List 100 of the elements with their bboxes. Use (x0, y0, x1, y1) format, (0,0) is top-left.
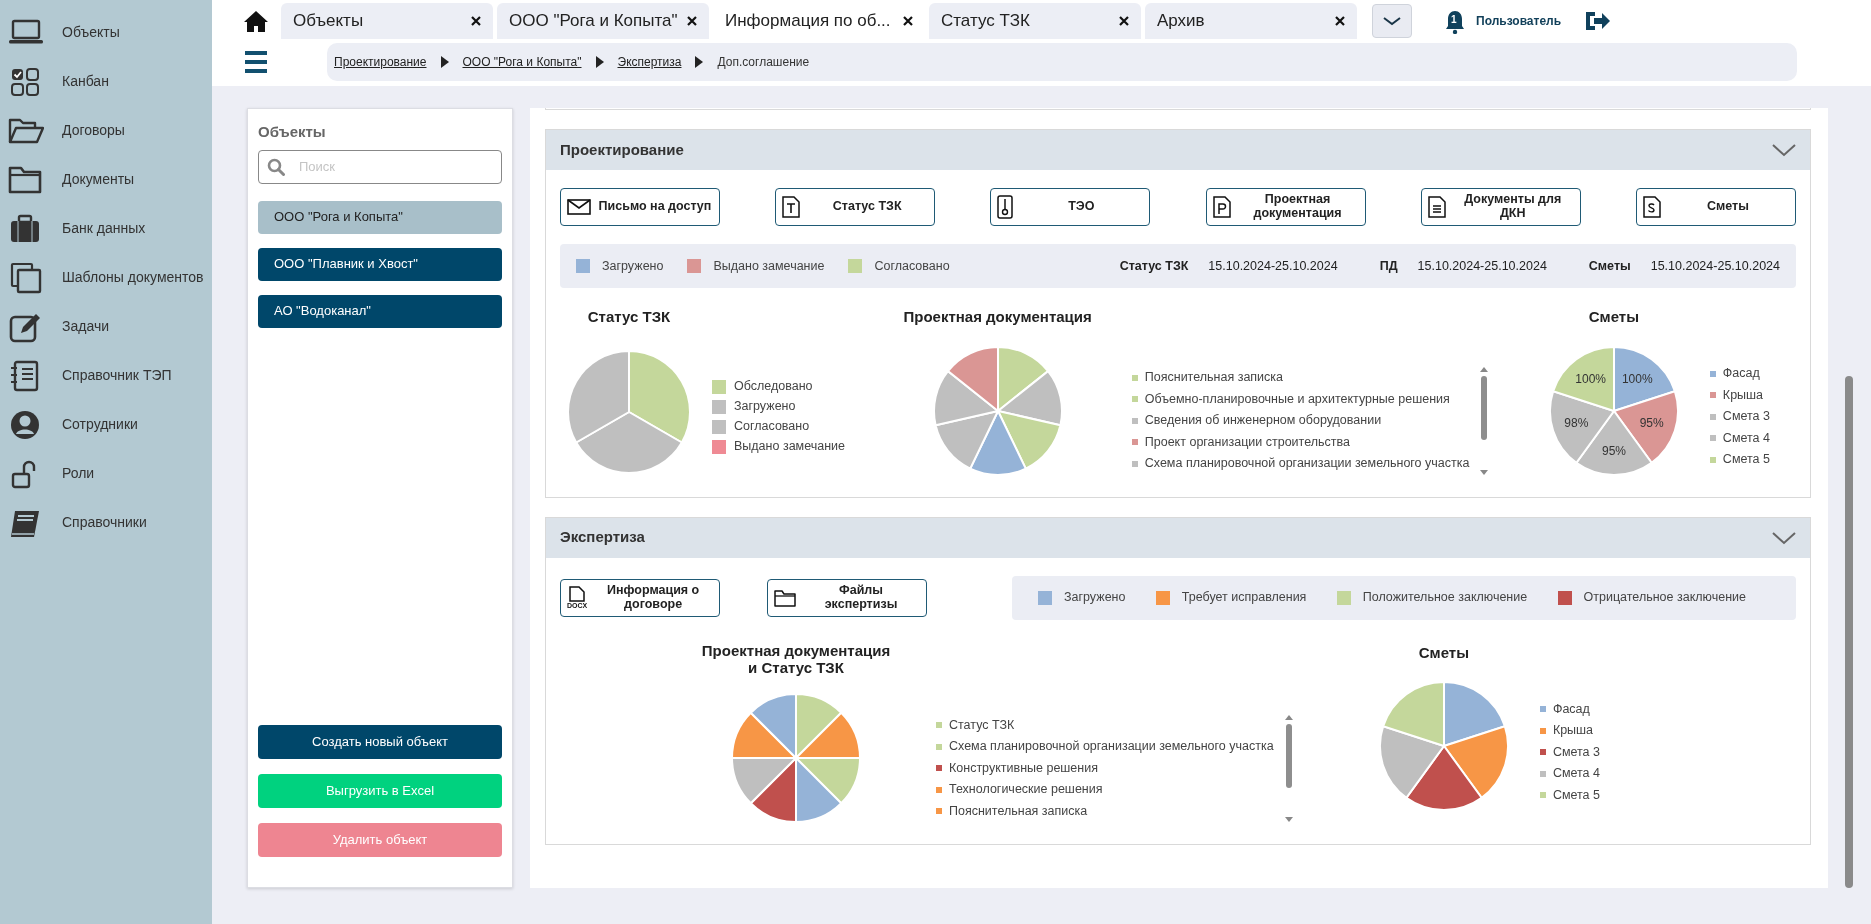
toolbar-button[interactable]: ТЭО (990, 188, 1151, 226)
scroll-down-icon[interactable] (1480, 469, 1489, 475)
chevron-down-icon[interactable] (1772, 530, 1796, 545)
legend-label: Пояснительная записка (949, 802, 1088, 820)
slice-label: 95% (1601, 443, 1626, 458)
toolbar-button[interactable]: Статус ТЗК (775, 188, 936, 226)
search-field[interactable]: Поиск (258, 149, 502, 184)
legend-scrollbar[interactable] (1479, 367, 1490, 475)
legend-label: Крыша (1552, 722, 1594, 740)
toolbar-button[interactable]: Документы для ДКН (1420, 188, 1581, 226)
envelope-icon (567, 198, 591, 216)
legend-label: Схема планировочной организации земельного участка (1144, 455, 1470, 473)
logout-icon[interactable] (1584, 10, 1611, 32)
legend-label: Сведения об инженерном оборудовании (1144, 412, 1382, 430)
close-icon[interactable] (1335, 16, 1345, 26)
legend-label: Обследовано (734, 378, 813, 396)
tabs-menu-button[interactable] (1372, 4, 1412, 38)
panel-title: Объекты (258, 122, 327, 142)
legend-label: Согласовано (874, 257, 950, 275)
notification-count: 1 (1451, 15, 1457, 25)
close-icon[interactable] (687, 16, 697, 26)
tab[interactable]: Объекты (281, 3, 493, 39)
breadcrumb-link[interactable]: ООО "Рога и Копыта" (462, 53, 582, 71)
chart-title: Статус ТЗК (587, 307, 671, 327)
legend-label: Статус ТЗК (949, 716, 1015, 734)
legend-label: Загружено (1064, 589, 1126, 607)
slice-label: 100% (1575, 371, 1606, 386)
sidebar-item[interactable]: Банк данных (0, 204, 212, 253)
legend-label: Отрицательное заключение (1583, 589, 1746, 607)
legend-label: Схема планировочной организации земельного участка (949, 738, 1274, 756)
toolbar-button[interactable]: Письмо на доступ (560, 188, 720, 226)
menu-icon[interactable] (245, 50, 267, 74)
action-button[interactable]: Создать новый объект (258, 725, 502, 759)
breadcrumb-link[interactable]: Проектирование (334, 53, 427, 71)
legend-label: Загружено (734, 398, 796, 416)
sidebar-item[interactable]: Шаблоны документов (0, 253, 212, 302)
legend-label: Смета 4 (1552, 765, 1600, 783)
legend-label: Смета 5 (1552, 786, 1600, 804)
sidebar-item[interactable]: Объекты (0, 8, 212, 57)
document-lines-icon (1427, 196, 1446, 218)
period-label: Сметы (1588, 257, 1631, 275)
close-icon[interactable] (1119, 16, 1129, 26)
triangle-right-icon (695, 56, 704, 68)
slice-label: 95% (1639, 415, 1664, 430)
breadcrumb-current: Доп.соглашение (717, 54, 810, 71)
legend-label: Технологические решения (949, 781, 1103, 799)
legend-label: Смета 3 (1552, 743, 1600, 761)
document-t-icon (782, 196, 801, 218)
object-item[interactable]: ООО "Плавник и Хвост" (258, 247, 502, 281)
scroll-down-icon[interactable] (1284, 817, 1293, 822)
legend-label: Требует исправления (1181, 589, 1307, 607)
toolbar-button[interactable]: Файлы экспертизы (767, 578, 927, 617)
legend-scrollbar[interactable] (1283, 714, 1294, 822)
object-item[interactable]: ООО "Рога и Копыта" (258, 200, 502, 234)
legend-label: Смета 5 (1722, 451, 1770, 469)
toolbar-button[interactable]: Проектная документация (1205, 188, 1366, 226)
sidebar-item[interactable]: Роли (0, 449, 212, 498)
legend-label: Фасад (1722, 365, 1760, 383)
sidebar-item[interactable]: Сотрудники (0, 400, 212, 449)
sidebar-item[interactable]: Канбан (0, 57, 212, 106)
breadcrumb-link[interactable]: Экспертиза (617, 53, 682, 71)
period-label: ПД (1379, 257, 1398, 275)
slice-label: 100% (1621, 371, 1653, 386)
tab[interactable]: Статус ТЗК (929, 3, 1141, 39)
scroll-up-icon[interactable] (1284, 714, 1293, 720)
legend-label: Пояснительная записка (1144, 369, 1284, 387)
period-value: 15.10.2024-25.10.2024 (1417, 257, 1547, 275)
section-header[interactable]: Экспертиза (546, 517, 1810, 558)
tab[interactable]: Архив (1145, 3, 1357, 39)
home-icon[interactable] (244, 10, 268, 32)
bell-icon[interactable] (1445, 9, 1465, 34)
chevron-down-icon[interactable] (1772, 143, 1796, 157)
user-name[interactable]: Пользователь (1476, 12, 1562, 30)
legend-label: Смета 3 (1722, 408, 1770, 426)
tab[interactable]: ООО "Рога и Копыта" (497, 3, 709, 39)
legend-label: Выдано замечание (734, 438, 845, 456)
chart-title: Сметы (1588, 307, 1639, 327)
slice-label: 98% (1564, 415, 1589, 430)
legend-label: Фасад (1552, 700, 1590, 718)
sidebar-item[interactable]: Документы (0, 155, 212, 204)
section-header[interactable]: Проектирование (546, 130, 1810, 170)
sidebar-item[interactable]: Договоры (0, 106, 212, 155)
toolbar-button[interactable]: Сметы (1635, 188, 1796, 226)
object-item[interactable]: АО "Водоканал" (258, 294, 502, 328)
legend-label: Загружено (602, 257, 664, 275)
folder-icon (774, 588, 796, 607)
chart-title: Проектная документация и Статус ТЗК (700, 641, 892, 676)
close-icon[interactable] (471, 16, 481, 26)
scroll-up-icon[interactable] (1480, 367, 1489, 372)
legend-label: Положительное заключение (1362, 589, 1528, 607)
file-icon (569, 586, 586, 602)
close-icon[interactable] (903, 16, 913, 26)
sidebar-item[interactable]: Задачи (0, 302, 212, 351)
sidebar-item[interactable]: Справочники (0, 498, 212, 547)
thermometer-icon (997, 195, 1014, 219)
document-s-icon (1642, 196, 1661, 218)
legend-label: Проект организации строительства (1144, 433, 1350, 451)
legend-label: Смета 4 (1722, 429, 1770, 447)
document-p-icon (1212, 196, 1231, 218)
sidebar-item[interactable]: Справочник ТЭП (0, 351, 212, 400)
